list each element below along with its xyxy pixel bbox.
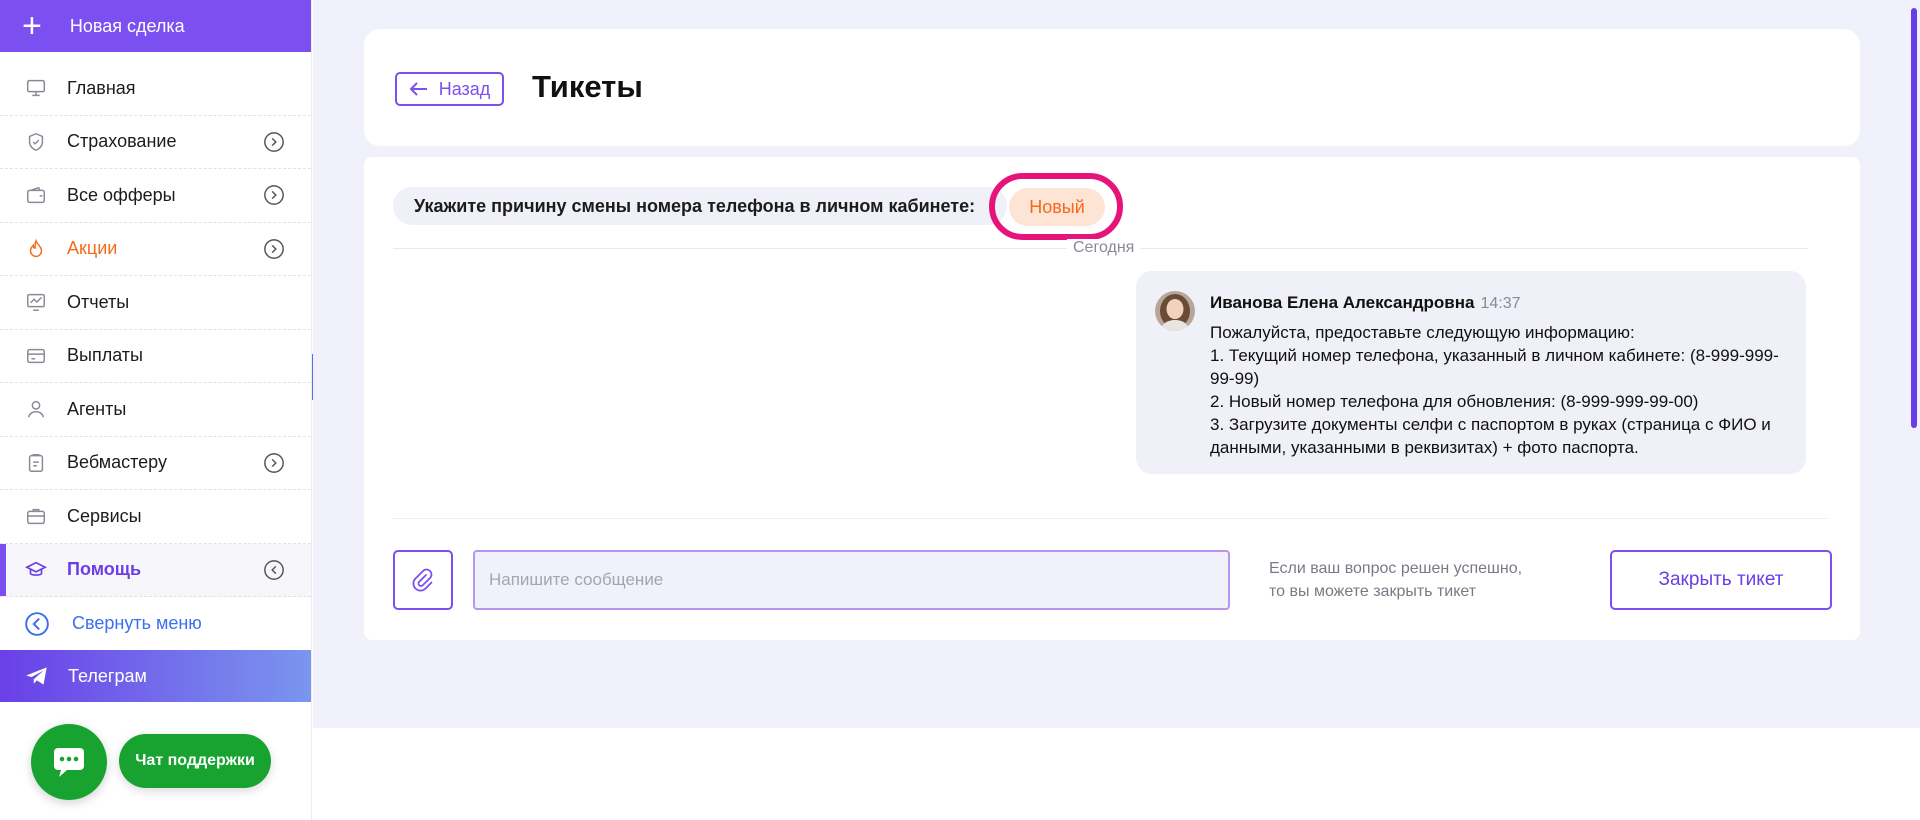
chevron-right-icon[interactable] bbox=[263, 238, 285, 260]
sidebar-item-label: Помощь bbox=[67, 559, 142, 580]
sidebar-item-reports[interactable]: Отчеты bbox=[0, 276, 311, 330]
sidebar-item-label: Агенты bbox=[67, 398, 127, 419]
collapse-menu-button[interactable]: Свернуть меню bbox=[0, 597, 311, 650]
message-author: Иванова Елена Александровна 14:37 bbox=[1210, 293, 1521, 313]
arrow-left-icon bbox=[409, 82, 427, 96]
close-ticket-button[interactable]: Закрыть тикет bbox=[1610, 550, 1832, 610]
scrollbar[interactable] bbox=[1908, 0, 1920, 728]
card-icon bbox=[24, 344, 48, 368]
date-separator: Сегодня bbox=[1067, 239, 1141, 257]
telegram-label: Телеграм bbox=[68, 665, 147, 686]
telegram-link[interactable]: Телеграм bbox=[0, 650, 311, 702]
sidebar-item-help[interactable]: Помощь bbox=[0, 543, 311, 597]
author-name: Иванова Елена Александровна bbox=[1210, 293, 1475, 312]
fire-icon bbox=[24, 237, 48, 261]
message-bubble: Иванова Елена Александровна 14:37 Пожалуй… bbox=[1136, 271, 1806, 474]
status-badge: Новый bbox=[1009, 188, 1105, 226]
message-line: Пожалуйста, предоставьте следующую инфор… bbox=[1210, 323, 1635, 342]
monitor-icon bbox=[24, 76, 48, 100]
sidebar-item-webmaster[interactable]: Вебмастеру bbox=[0, 437, 311, 490]
collapse-menu-label: Свернуть меню bbox=[72, 613, 202, 633]
wallet-icon bbox=[24, 183, 48, 207]
back-button-label: Назад bbox=[438, 78, 491, 99]
new-deal-label: Новая сделка bbox=[69, 15, 185, 36]
support-chat-button[interactable]: Чат поддержки bbox=[119, 734, 271, 788]
user-icon bbox=[24, 397, 48, 421]
attach-file-button[interactable] bbox=[393, 550, 453, 610]
sidebar-item-label: Страхование bbox=[67, 131, 177, 152]
telegram-icon bbox=[26, 667, 47, 685]
briefcase-icon bbox=[24, 504, 48, 528]
plus-icon: + bbox=[22, 7, 42, 45]
chart-icon bbox=[24, 290, 48, 314]
main-content: Назад Тикеты Укажите причину смены номер… bbox=[313, 0, 1913, 728]
chevron-right-icon[interactable] bbox=[263, 452, 285, 474]
close-ticket-hint: Если ваш вопрос решен успешно, то вы мож… bbox=[1269, 560, 1523, 600]
sidebar-item-label: Главная bbox=[67, 77, 136, 98]
sidebar-item-main[interactable]: Главная bbox=[0, 62, 311, 116]
sidebar-item-label: Отчеты bbox=[67, 291, 130, 312]
shield-icon bbox=[24, 130, 48, 154]
sidebar: + Новая сделка Главная Страхование Все о… bbox=[0, 0, 312, 820]
sidebar-item-label: Сервисы bbox=[67, 505, 142, 526]
graduation-cap-icon bbox=[24, 558, 48, 582]
chevron-right-icon[interactable] bbox=[263, 184, 285, 206]
divider bbox=[393, 518, 1828, 519]
clipboard-icon bbox=[24, 451, 48, 475]
back-button[interactable]: Назад bbox=[395, 72, 504, 106]
message-text: Пожалуйста, предоставьте следующую инфор… bbox=[1210, 321, 1790, 459]
ticket-panel: Укажите причину смены номера телефона в … bbox=[364, 157, 1860, 640]
ticket-subject: Укажите причину смены номера телефона в … bbox=[393, 187, 1007, 225]
message-input[interactable] bbox=[473, 550, 1230, 610]
message-time: 14:37 bbox=[1480, 295, 1521, 312]
chevron-left-icon[interactable] bbox=[263, 559, 285, 581]
sidebar-item-offers[interactable]: Все офферы bbox=[0, 169, 311, 223]
sidebar-item-label: Выплаты bbox=[67, 345, 143, 366]
sidebar-menu: Главная Страхование Все офферы Акции Отч… bbox=[0, 62, 311, 597]
sidebar-item-agents[interactable]: Агенты bbox=[0, 383, 311, 437]
collapse-arrow-icon bbox=[25, 611, 49, 636]
sidebar-item-payouts[interactable]: Выплаты bbox=[0, 330, 311, 383]
support-chat-icon-button[interactable] bbox=[31, 724, 107, 800]
sidebar-item-label: Все офферы bbox=[67, 184, 176, 205]
sidebar-item-services[interactable]: Сервисы bbox=[0, 490, 311, 544]
message-line: 3. Загрузите документы селфи с паспортом… bbox=[1210, 415, 1771, 457]
page-header: Назад Тикеты bbox=[364, 29, 1860, 146]
page-title: Тикеты bbox=[532, 69, 643, 104]
sidebar-item-label: Вебмастеру bbox=[67, 452, 167, 473]
message-line: 1. Текущий номер телефона, указанный в л… bbox=[1210, 346, 1779, 388]
sidebar-item-promotions[interactable]: Акции bbox=[0, 223, 311, 276]
chevron-right-icon[interactable] bbox=[263, 131, 285, 153]
message-line: 2. Новый номер телефона для обновления: … bbox=[1210, 392, 1699, 411]
avatar bbox=[1155, 291, 1195, 331]
sidebar-item-insurance[interactable]: Страхование bbox=[0, 116, 311, 169]
chat-bubble-icon bbox=[54, 748, 84, 777]
scrollbar-thumb[interactable] bbox=[1911, 8, 1917, 428]
new-deal-button[interactable]: + Новая сделка bbox=[0, 0, 311, 52]
paperclip-icon bbox=[412, 568, 433, 592]
sidebar-item-label: Акции bbox=[67, 238, 118, 259]
